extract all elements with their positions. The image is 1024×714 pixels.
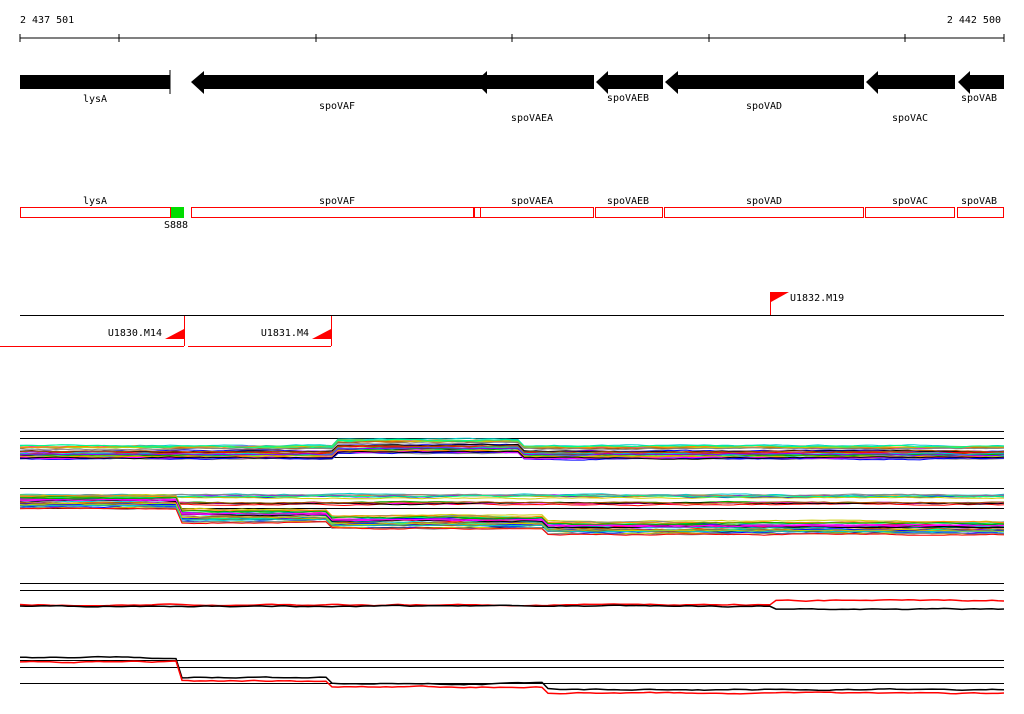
gene-spoVAEA[interactable]: spoVAEA xyxy=(475,71,594,124)
marker-S888[interactable]: S888 xyxy=(164,207,188,231)
tu-flag-icon xyxy=(312,329,331,339)
feature-box xyxy=(664,207,864,218)
gene-arrow xyxy=(191,71,483,94)
tu-U1831-M4[interactable]: U1831.M4 xyxy=(188,316,332,347)
feature-label: spoVAC xyxy=(892,196,928,207)
tu-U1830-M14[interactable]: U1830.M14 xyxy=(0,316,185,347)
ruler-end-coordinate: 2 442 500 xyxy=(947,15,1001,26)
gene-track: lysA spoVAF spoVAEA spoVAEB spoVAD spoVA… xyxy=(20,70,1004,124)
gene-lysA[interactable]: lysA xyxy=(20,70,171,105)
feature-label: spoVAB xyxy=(961,196,997,207)
feature-spoVAB[interactable]: spoVAB xyxy=(957,196,1004,218)
gene-spoVAC[interactable]: spoVAC xyxy=(866,71,955,124)
gene-arrow xyxy=(958,71,1004,94)
gene-spoVAD[interactable]: spoVAD xyxy=(665,71,864,112)
expression-track-summary-upper xyxy=(19,583,1005,611)
tu-flag-icon xyxy=(165,329,184,339)
gene-label: spoVAC xyxy=(892,113,928,124)
feature-label: spoVAEA xyxy=(511,196,553,207)
gene-label: spoVAEB xyxy=(607,93,649,104)
tu-label: U1832.M19 xyxy=(790,293,844,304)
feature-box xyxy=(957,207,1004,218)
feature-box xyxy=(20,207,171,218)
gene-arrow xyxy=(596,71,663,94)
tu-label: U1831.M4 xyxy=(261,328,309,339)
feature-track: lysA spoVAF spoVAEA spoVAEB spoVAD spoVA… xyxy=(20,196,1004,231)
feature-label: spoVAF xyxy=(319,196,355,207)
coordinate-ruler: 2 437 501 2 442 500 xyxy=(19,15,1005,42)
feature-spoVAF[interactable]: spoVAF xyxy=(191,196,481,218)
feature-spoVAC[interactable]: spoVAC xyxy=(865,196,955,218)
feature-label: spoVAD xyxy=(746,196,782,207)
feature-box xyxy=(191,207,474,218)
feature-spoVAEA[interactable]: spoVAEA xyxy=(474,196,594,218)
gene-label: spoVAB xyxy=(961,93,997,104)
marker-box xyxy=(171,207,184,218)
feature-spoVAD[interactable]: spoVAD xyxy=(664,196,864,218)
marker-label: S888 xyxy=(164,220,188,231)
gene-spoVAEB[interactable]: spoVAEB xyxy=(596,71,663,104)
summary-profile-line xyxy=(19,660,1005,695)
feature-box xyxy=(865,207,955,218)
gene-arrow xyxy=(475,71,594,94)
feature-box xyxy=(474,207,594,218)
gene-label: lysA xyxy=(83,94,107,105)
tu-label: U1830.M14 xyxy=(108,328,162,339)
ruler-start-coordinate: 2 437 501 xyxy=(20,15,74,26)
feature-box xyxy=(595,207,663,218)
gene-label: spoVAEA xyxy=(511,113,553,124)
gene-arrow xyxy=(665,71,864,94)
summary-profile-line xyxy=(19,604,1005,611)
tu-flag-icon xyxy=(771,292,789,302)
feature-label: lysA xyxy=(83,196,107,207)
gene-arrow xyxy=(20,75,170,89)
feature-lysA[interactable]: lysA xyxy=(20,196,171,218)
gene-arrow xyxy=(866,71,955,94)
tu-U1832-M19[interactable]: U1832.M19 xyxy=(770,292,845,315)
expression-track-summary-lower xyxy=(19,655,1005,695)
expression-track-multicondition-upper xyxy=(19,431,1005,461)
feature-spoVAEB[interactable]: spoVAEB xyxy=(595,196,663,218)
genome-browser-canvas: 2 437 501 2 442 500 lysA spoVAF spoVAEA … xyxy=(0,15,1005,695)
gene-label: spoVAF xyxy=(319,101,355,112)
gene-spoVAB[interactable]: spoVAB xyxy=(958,71,1004,104)
gene-label: spoVAD xyxy=(746,101,782,112)
feature-label: spoVAEB xyxy=(607,196,649,207)
expression-track-multicondition-lower xyxy=(19,488,1005,536)
gene-spoVAF[interactable]: spoVAF xyxy=(191,71,483,112)
transcription-unit-track: U1830.M14 U1831.M4 U1832.M19 xyxy=(0,292,1004,347)
